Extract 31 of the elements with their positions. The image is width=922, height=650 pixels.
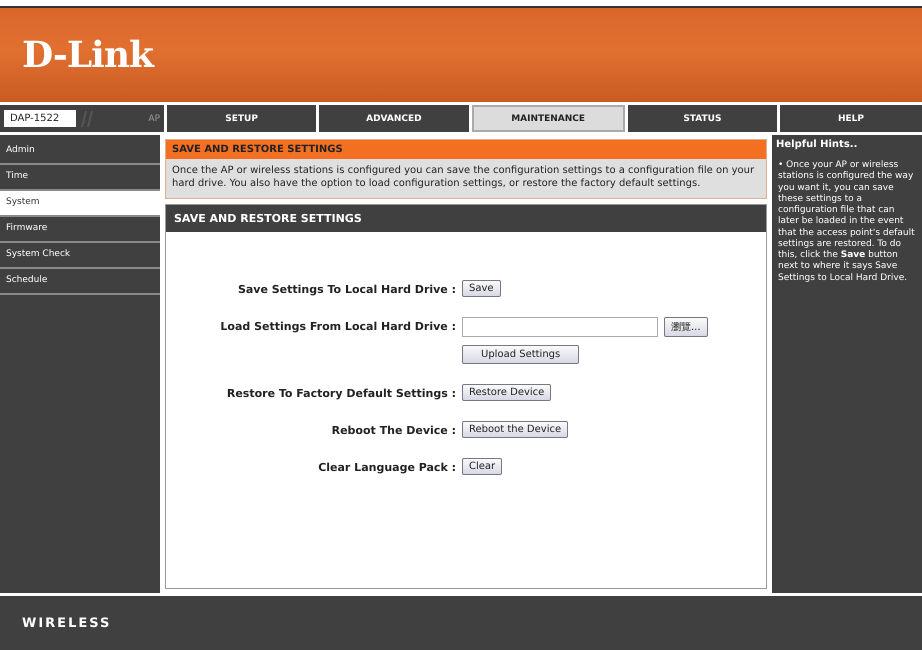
row-label: Reboot The Device : <box>330 423 456 437</box>
intro-text: Once the AP or wireless stations is configured you can save the configuration settings to a configuration file on your hard drive. You also have the option to load configuration settings, or restore the factory default settings. <box>171 164 756 190</box>
section-title: SAVE AND RESTORE SETTINGS <box>166 205 766 232</box>
sidebar-item[interactable]: System Check <box>0 243 160 269</box>
model-name: DAP-1522 <box>4 110 76 127</box>
browse-button[interactable]: 瀏覽... <box>664 317 708 337</box>
row-label: Save Settings To Local Hard Drive : <box>236 282 456 296</box>
sidebar-item[interactable]: System <box>0 191 160 217</box>
footer-label: WIRELESS <box>22 616 112 630</box>
action-button[interactable]: Save <box>462 280 501 297</box>
row-label: Clear Language Pack : <box>317 460 456 474</box>
nav-tab[interactable]: HELP <box>780 105 922 132</box>
action-button[interactable]: Clear <box>462 458 502 475</box>
nav-tab[interactable]: ADVANCED <box>319 105 468 132</box>
sidebar-item[interactable]: Firmware <box>0 217 160 243</box>
nav-tab[interactable]: SETUP <box>167 105 316 132</box>
hints-title: Helpful Hints.. <box>776 139 858 150</box>
row-label: Load Settings From Local Hard Drive : <box>219 319 456 333</box>
file-path-field[interactable] <box>462 317 658 337</box>
action-button[interactable]: Upload Settings <box>462 345 580 364</box>
nav-tab[interactable]: STATUS <box>628 105 777 132</box>
nav-tab[interactable]: MAINTENANCE <box>472 105 625 132</box>
logo: D-Link <box>22 34 153 76</box>
action-button[interactable]: Reboot the Device <box>462 421 568 438</box>
action-button[interactable]: Restore Device <box>462 384 552 401</box>
row-label: Restore To Factory Default Settings : <box>226 386 456 400</box>
sidebar-item[interactable]: Admin <box>0 139 160 165</box>
model-mode: AP <box>148 114 160 124</box>
hints-text: • Once your AP or wireless stations is configured the way you want it, you can save these settings to a configuration file that can later be loaded in the event that the access point's default settings are restored. To do this, click the Save button next to where it says Save Settings to Local Hard Drive. <box>777 160 916 284</box>
sidebar-item[interactable]: Schedule <box>0 269 160 295</box>
intro-title: SAVE AND RESTORE SETTINGS <box>166 140 766 159</box>
